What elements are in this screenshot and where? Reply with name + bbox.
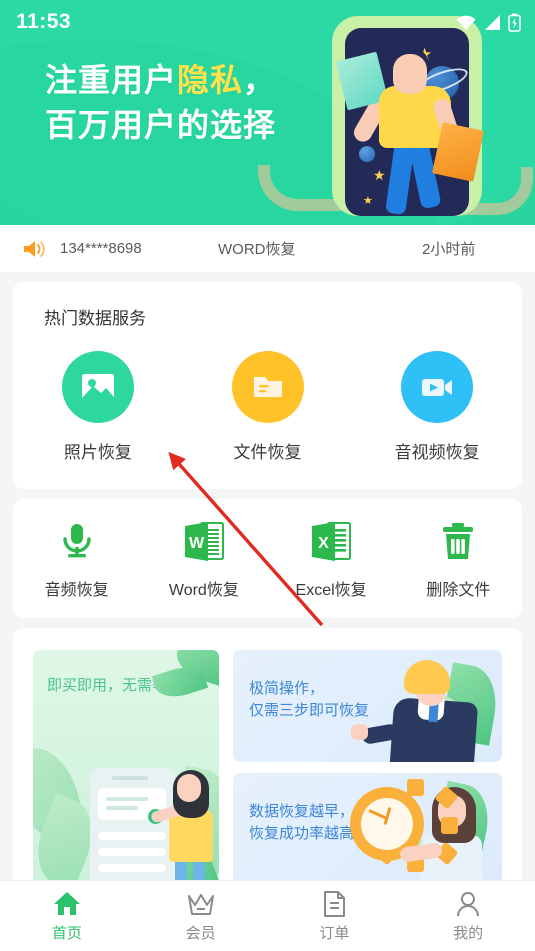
promo-simple-steps-text: 极简操作， 仅需三步即可恢复 (249, 678, 369, 722)
tool-item-word-recovery[interactable]: W Word恢复 (140, 519, 267, 600)
hero-banner[interactable]: 11:53 注重用户隐私， 百万用户的选择 ★ ★ (0, 0, 535, 225)
tab-label: 订单 (319, 924, 350, 942)
banner-line1-prefix: 注重用户 (45, 62, 178, 98)
hot-services-grid: 照片恢复 文件恢复 音视频恢复 (13, 329, 522, 489)
promotions-card: 即买即用，无需等待 极简操作， 仅需三步即可恢复 数据恢复越早， 恢复成功率越高 (13, 628, 522, 903)
promo-right-column: 极简操作， 仅需三步即可恢复 数据恢复越早， 恢复成功率越高 (233, 650, 502, 885)
service-label: 文件恢复 (233, 443, 302, 462)
promo-line-2: 恢复成功率越高 (249, 825, 355, 843)
battery-icon (508, 13, 521, 32)
tab-label: 我的 (453, 924, 484, 942)
promo-line-1: 极简操作， (249, 680, 325, 697)
trash-icon-box (435, 519, 481, 565)
tool-label: Excel恢复 (295, 582, 367, 599)
tab-membership[interactable]: 会员 (134, 890, 268, 943)
excel-sheet-icon: X (312, 522, 352, 561)
folder-icon (253, 377, 282, 397)
promo-banner-instant-use[interactable]: 即买即用，无需等待 (33, 650, 219, 885)
promo-banner-recover-early[interactable]: 数据恢复越早， 恢复成功率越高 (233, 773, 502, 885)
notice-phone-number: 134****8698 (60, 240, 142, 257)
trash-icon (443, 523, 474, 559)
banner-headline-line-1: 注重用户隐私， (45, 58, 276, 103)
notice-service-type: WORD恢复 (218, 241, 296, 258)
bottom-tab-bar: 首页 会员 订单 我的 (0, 880, 535, 951)
banner-headline-line-2: 百万用户的选择 (45, 107, 277, 144)
tool-item-deleted-files[interactable]: 删除文件 (395, 519, 522, 600)
photo-recovery-icon-circle (61, 351, 134, 423)
excel-icon-box: X (308, 519, 354, 565)
video-camera-icon (422, 379, 453, 396)
cellular-signal-icon (485, 14, 500, 30)
tool-item-excel-recovery[interactable]: X Excel恢复 (268, 519, 395, 600)
tool-item-audio-recovery[interactable]: 音频恢复 (13, 519, 140, 600)
person-icon (457, 891, 480, 916)
service-label: 照片恢复 (63, 443, 132, 462)
promo-banner-simple-steps[interactable]: 极简操作， 仅需三步即可恢复 (233, 650, 502, 762)
audio-icon-box (54, 519, 100, 565)
broadcast-notice-bar[interactable]: 134****8698 WORD恢复 2小时前 (0, 225, 535, 272)
crown-icon (187, 893, 214, 915)
speaker-icon (24, 240, 45, 257)
banner-line1-suffix: ， (243, 62, 277, 98)
status-bar-icons (455, 13, 521, 32)
wifi-icon (456, 15, 476, 30)
hot-services-card: 热门数据服务 照片恢复 文件恢复 音视频恢复 (13, 282, 522, 489)
promo-line-1: 数据恢复越早， (249, 803, 355, 820)
microphone-icon (62, 524, 91, 558)
tab-home[interactable]: 首页 (0, 890, 134, 943)
tool-label: 音频恢复 (44, 582, 109, 599)
status-bar-clock: 11:53 (16, 10, 72, 33)
order-document-icon (324, 890, 346, 917)
tool-label: Word恢复 (168, 582, 239, 599)
service-item-file-recovery[interactable]: 文件恢复 (183, 351, 353, 463)
word-icon-box: W (181, 519, 227, 565)
app-root: 11:53 注重用户隐私， 百万用户的选择 ★ ★ 134****8698 WO… (0, 0, 535, 951)
service-label: 音视频恢复 (394, 443, 480, 462)
quick-tools-grid: 音频恢复 W Word恢复 X Excel恢复 删除文件 (13, 499, 522, 618)
promo-line-2: 仅需三步即可恢复 (249, 702, 370, 720)
tab-label: 首页 (51, 924, 82, 942)
status-bar: 11:53 (0, 0, 535, 44)
tool-label: 删除文件 (426, 582, 491, 599)
service-item-av-recovery[interactable]: 音视频恢复 (352, 351, 522, 463)
notice-timestamp: 2小时前 (422, 241, 476, 258)
quick-tools-card: 音频恢复 W Word恢复 X Excel恢复 删除文件 (13, 499, 522, 618)
photo-icon (81, 374, 114, 400)
banner-headline: 注重用户隐私， 百万用户的选择 (45, 58, 276, 149)
promo-recover-early-text: 数据恢复越早， 恢复成功率越高 (249, 801, 354, 845)
svg-text:W: W (189, 535, 205, 552)
service-item-photo-recovery[interactable]: 照片恢复 (13, 351, 183, 463)
tab-profile[interactable]: 我的 (401, 890, 535, 943)
tab-label: 会员 (185, 924, 216, 942)
av-recovery-icon-circle (401, 351, 474, 423)
tab-orders[interactable]: 订单 (268, 890, 402, 943)
svg-text:X: X (318, 535, 329, 552)
home-icon (53, 891, 80, 915)
word-document-icon: W (184, 522, 224, 561)
banner-line1-highlight: 隐私 (177, 62, 244, 98)
hot-services-title: 热门数据服务 (44, 309, 146, 328)
file-recovery-icon-circle (231, 351, 304, 423)
